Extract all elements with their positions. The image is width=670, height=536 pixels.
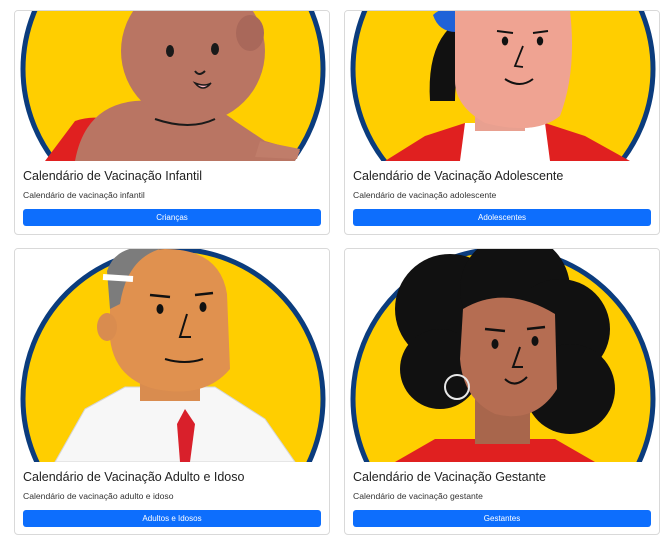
adultos-idosos-button[interactable]: Adultos e Idosos (23, 510, 321, 527)
gestantes-button[interactable]: Gestantes (353, 510, 651, 527)
card-infantil: Calendário de Vacinação Infantil Calendá… (14, 10, 330, 235)
teen-illustration (345, 11, 659, 161)
criancas-button[interactable]: Crianças (23, 209, 321, 226)
adolescentes-button[interactable]: Adolescentes (353, 209, 651, 226)
card-title: Calendário de Vacinação Adolescente (353, 169, 564, 183)
card-title: Calendário de Vacinação Gestante (353, 470, 546, 484)
card-text: Calendário de vacinação adulto e idoso (23, 491, 174, 501)
card-text: Calendário de vacinação gestante (353, 491, 483, 501)
card-adulto-idoso: Calendário de Vacinação Adulto e Idoso C… (14, 248, 330, 535)
adult-illustration (15, 249, 329, 462)
card-text: Calendário de vacinação infantil (23, 190, 145, 200)
card-text: Calendário de vacinação adolescente (353, 190, 497, 200)
card-title: Calendário de Vacinação Infantil (23, 169, 203, 183)
card-title: Calendário de Vacinação Adulto e Idoso (23, 470, 245, 484)
child-illustration (15, 11, 329, 161)
pregnant-woman-illustration (345, 249, 659, 462)
card-adolescente: Calendário de Vacinação Adolescente Cale… (344, 10, 660, 235)
card-gestante: Calendário de Vacinação Gestante Calendá… (344, 248, 660, 535)
